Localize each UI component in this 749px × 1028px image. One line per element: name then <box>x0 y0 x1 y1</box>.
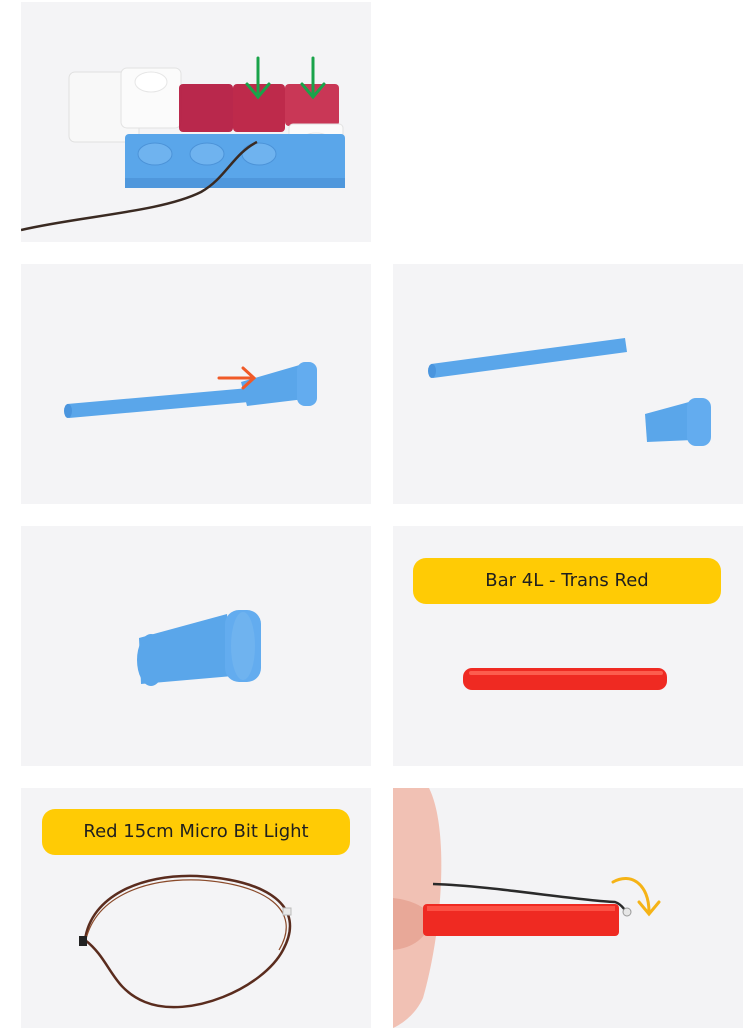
step-image-micro-bit-light: Red 15cm Micro Bit Light <box>21 788 371 1028</box>
step-image-plate-assembly <box>21 2 371 242</box>
step-image-cone <box>21 526 371 766</box>
bar-cone-illustration <box>21 264 371 504</box>
wire-into-bar-illustration <box>393 788 743 1028</box>
step-image-bar-and-cone <box>393 264 743 504</box>
bar-and-cone-illustration <box>393 264 743 504</box>
step-image-wire-into-bar <box>393 788 743 1028</box>
part-label-bar-4l: Bar 4L - Trans Red <box>413 558 721 604</box>
part-label-micro-bit-light: Red 15cm Micro Bit Light <box>42 809 350 855</box>
cone-illustration <box>21 526 371 766</box>
plate-assembly-illustration <box>21 2 371 242</box>
step-image-bar-into-cone <box>21 264 371 504</box>
step-image-trans-red-bar: Bar 4L - Trans Red <box>393 526 743 766</box>
